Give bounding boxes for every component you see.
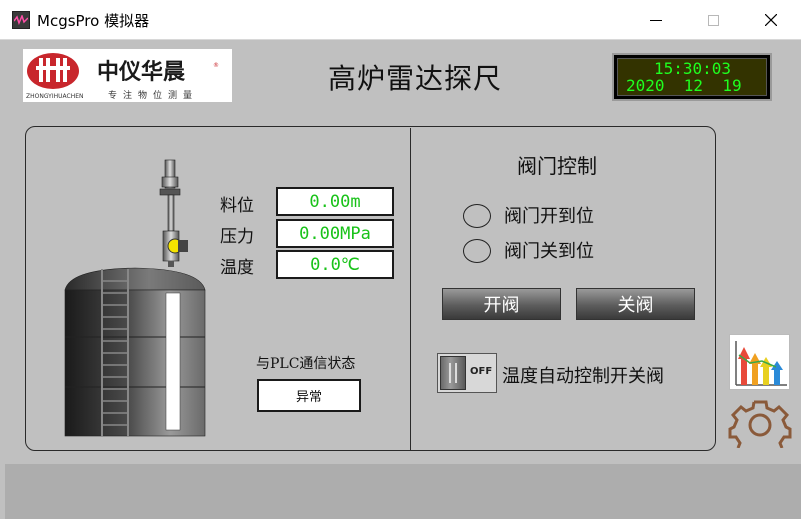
svg-text:ZHONGYIHUACHEN: ZHONGYIHUACHEN: [26, 93, 84, 100]
bar-chart-arrows-icon[interactable]: [729, 334, 790, 390]
open-valve-button[interactable]: 开阀: [442, 288, 561, 320]
app-icon: [12, 11, 30, 29]
auto-temp-valve-toggle[interactable]: OFF: [437, 353, 497, 393]
valve-open-indicator-label: 阀门开到位: [504, 206, 594, 227]
valve-closed-indicator-label: 阀门关到位: [504, 241, 594, 262]
plc-status-label: 与PLC通信状态: [256, 356, 356, 372]
svg-text:中仪华晨: 中仪华晨: [97, 59, 186, 85]
toggle-knob: [440, 356, 466, 390]
auto-temp-valve-label: 温度自动控制开关阀: [502, 366, 664, 387]
simulator-window: McgsPro 模拟器 中仪华晨 ® ZHONGYIHUACHEN 专注物位测量…: [0, 0, 801, 519]
svg-text:专注物位测量: 专注物位测量: [108, 89, 198, 101]
company-logo: 中仪华晨 ® ZHONGYIHUACHEN 专注物位测量: [23, 49, 232, 102]
close-button[interactable]: [748, 4, 794, 36]
pressure-label: 压力: [220, 227, 254, 247]
title-bar: McgsPro 模拟器: [0, 0, 801, 40]
temperature-value: 0.0℃: [276, 250, 394, 279]
page-title: 高炉雷达探尺: [327, 62, 502, 95]
footer-bar: [5, 464, 801, 519]
gear-icon[interactable]: [728, 398, 792, 448]
clock-date: 2020 12 19: [626, 76, 742, 95]
level-label: 料位: [220, 196, 254, 216]
level-value: 0.00m: [276, 187, 394, 216]
panel-divider: [410, 128, 411, 450]
maximize-icon: [707, 14, 719, 26]
plc-status-value: 异常: [257, 379, 361, 412]
minimize-button[interactable]: [633, 4, 679, 36]
tank-illustration: [64, 159, 206, 437]
pressure-value: 0.00MPa: [276, 219, 394, 248]
valve-control-title: 阀门控制: [517, 154, 597, 178]
valve-closed-indicator: [463, 239, 491, 263]
close-valve-button[interactable]: 关阀: [576, 288, 695, 320]
clock-display: 15:30:03 2020 12 19: [612, 53, 772, 101]
maximize-button[interactable]: [690, 4, 736, 36]
valve-open-indicator: [463, 204, 491, 228]
temperature-label: 温度: [220, 258, 254, 278]
toggle-state: OFF: [470, 366, 493, 377]
close-icon: [765, 14, 777, 26]
minimize-icon: [650, 19, 662, 21]
window-title: McgsPro 模拟器: [37, 12, 150, 30]
svg-text:®: ®: [213, 62, 219, 69]
clock-time: 15:30:03: [654, 59, 732, 78]
